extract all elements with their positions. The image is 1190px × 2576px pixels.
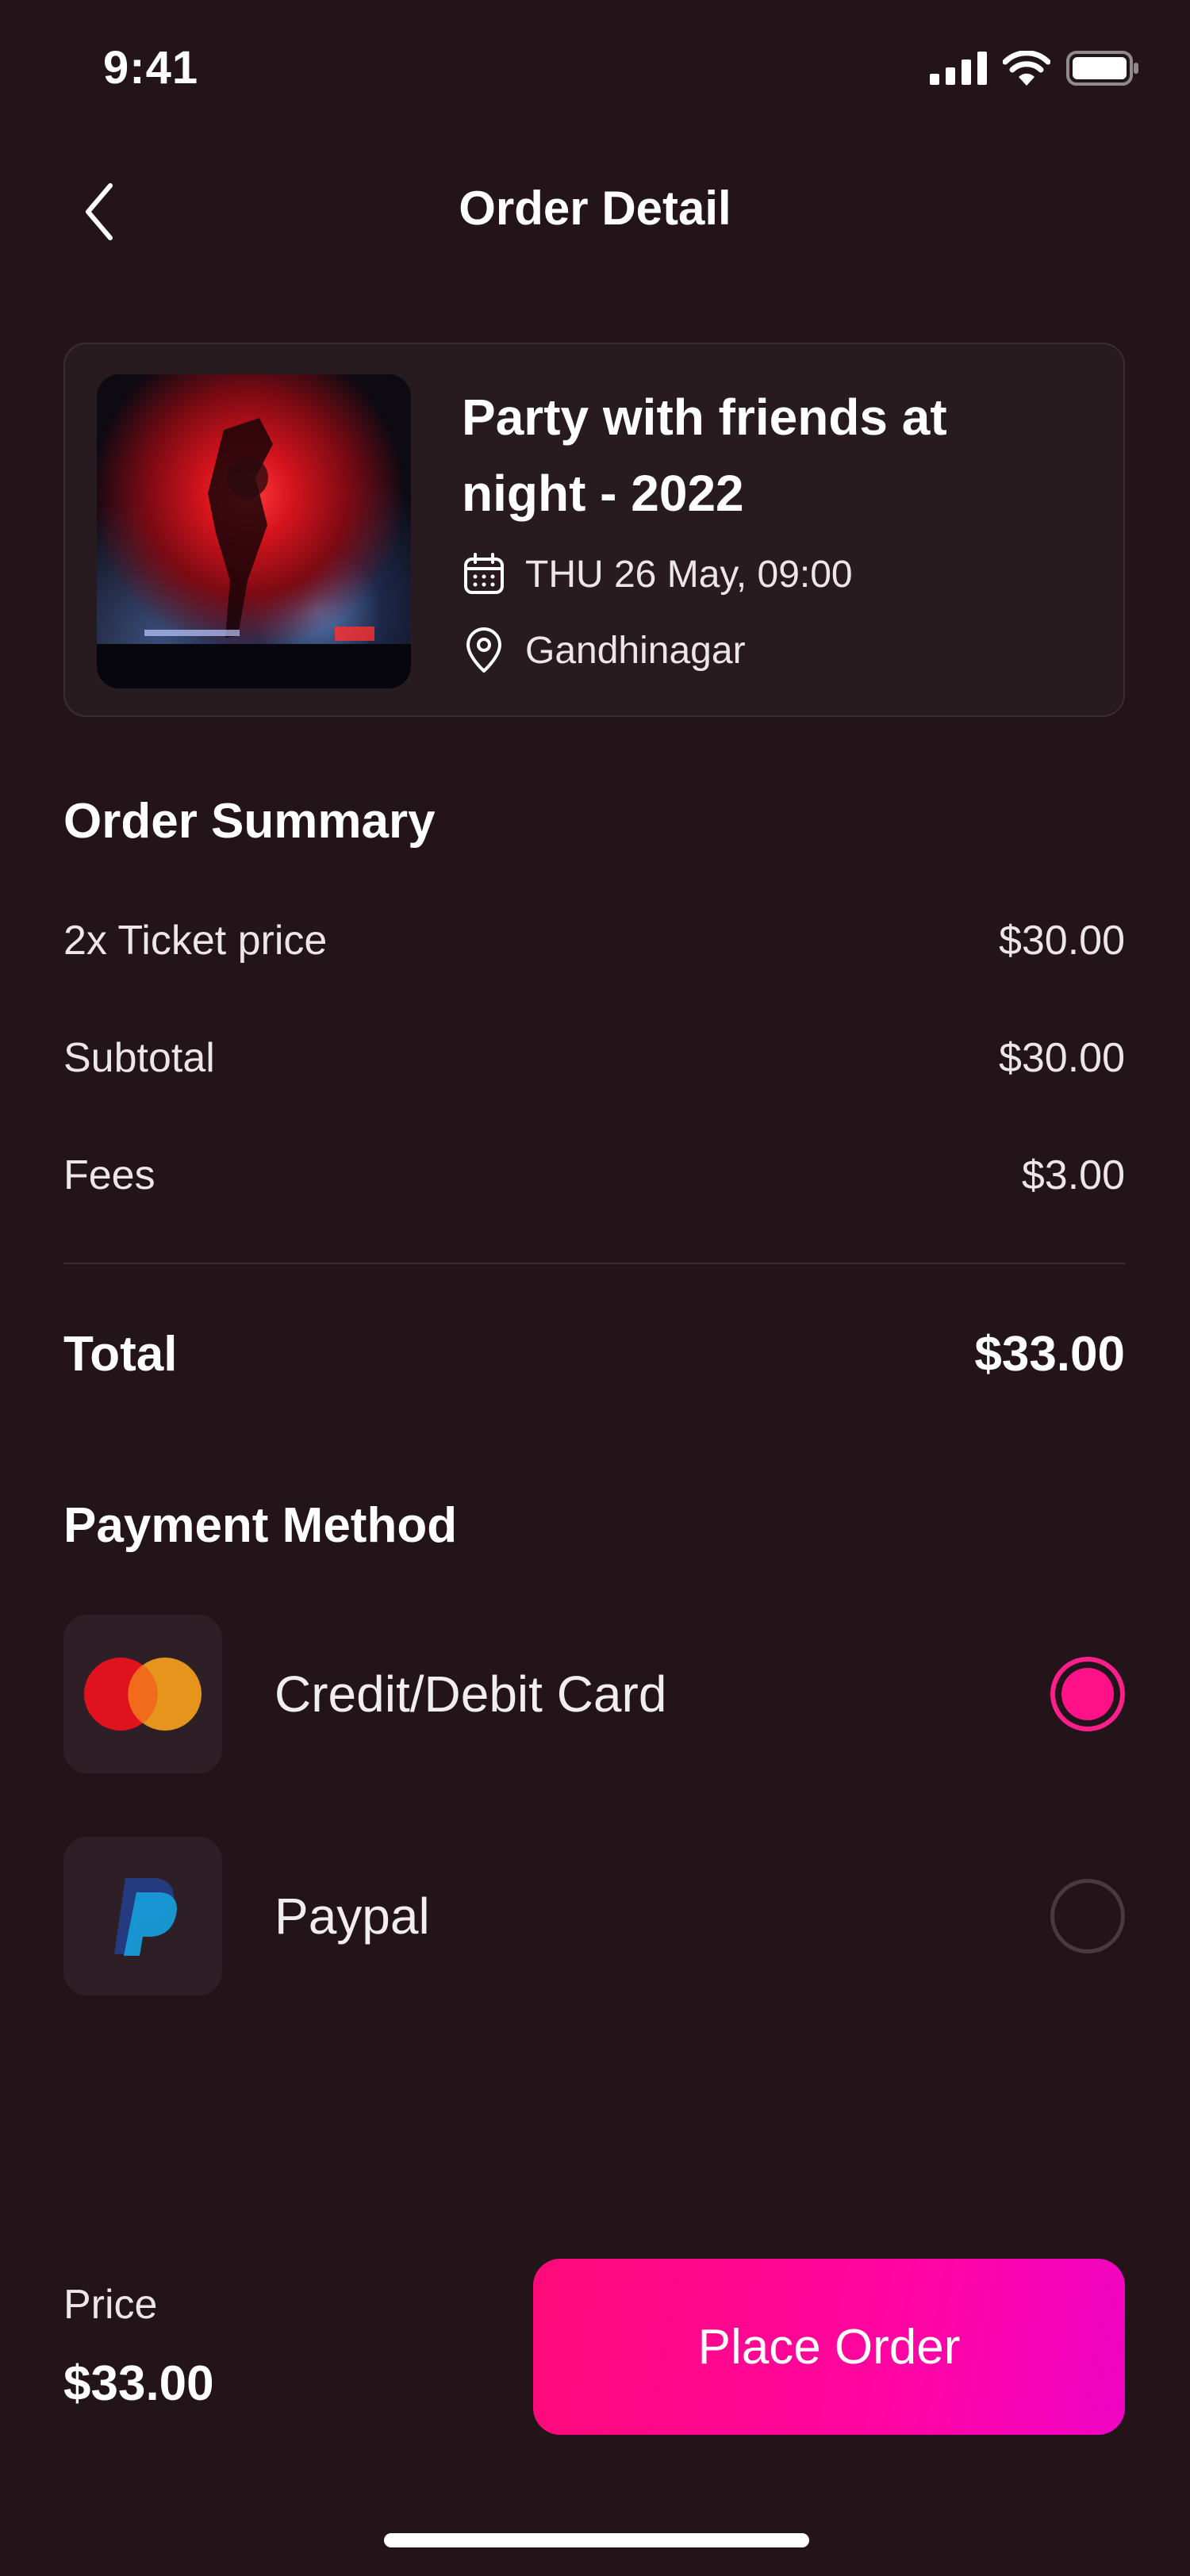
mastercard-icon (84, 1658, 202, 1731)
price-label: Price (63, 2282, 158, 2328)
paypal-icon-box (63, 1837, 222, 1995)
payment-option-paypal[interactable]: Paypal (63, 1837, 1125, 1995)
radio-selected[interactable] (1050, 1657, 1125, 1731)
radio-dot (1061, 1668, 1114, 1720)
payment-option-card-label: Credit/Debit Card (274, 1666, 667, 1723)
status-time: 9:41 (103, 42, 199, 94)
place-order-button[interactable]: Place Order (533, 2259, 1125, 2435)
radio-unselected[interactable] (1050, 1879, 1125, 1953)
signal-icon (930, 52, 987, 85)
price-value: $33.00 (63, 2356, 214, 2411)
payment-method-title: Payment Method (63, 1498, 458, 1553)
fees-value: $3.00 (1021, 1152, 1125, 1198)
location-pin-icon (466, 627, 501, 673)
event-date: THU 26 May, 09:00 (462, 552, 853, 596)
payment-option-paypal-label: Paypal (274, 1888, 430, 1945)
calendar-icon (464, 553, 504, 594)
ticket-price-value: $30.00 (998, 918, 1125, 964)
ticket-price-label: 2x Ticket price (63, 918, 328, 964)
event-location: Gandhinagar (462, 627, 746, 674)
event-title: Party with friends at night - 2022 (462, 389, 947, 522)
subtotal-value: $30.00 (998, 1035, 1125, 1081)
order-summary-title: Order Summary (63, 794, 436, 849)
paypal-icon (114, 1878, 178, 1956)
subtotal-label: Subtotal (63, 1035, 215, 1081)
total-value: $33.00 (974, 1327, 1125, 1382)
payment-option-card[interactable]: Credit/Debit Card (63, 1615, 1125, 1773)
fees-label: Fees (63, 1152, 155, 1198)
summary-divider (63, 1263, 1125, 1264)
status-icons (930, 51, 1139, 86)
mastercard-icon-box (63, 1615, 222, 1773)
wifi-icon (1003, 51, 1050, 86)
total-label: Total (63, 1327, 178, 1382)
event-card[interactable]: Party with friends at night - 2022 THU 2… (63, 343, 1125, 717)
page-title: Order Detail (459, 182, 731, 235)
battery-icon (1066, 51, 1138, 86)
dancer-silhouette (97, 418, 411, 688)
event-image (97, 374, 411, 688)
home-indicator (384, 2533, 809, 2547)
